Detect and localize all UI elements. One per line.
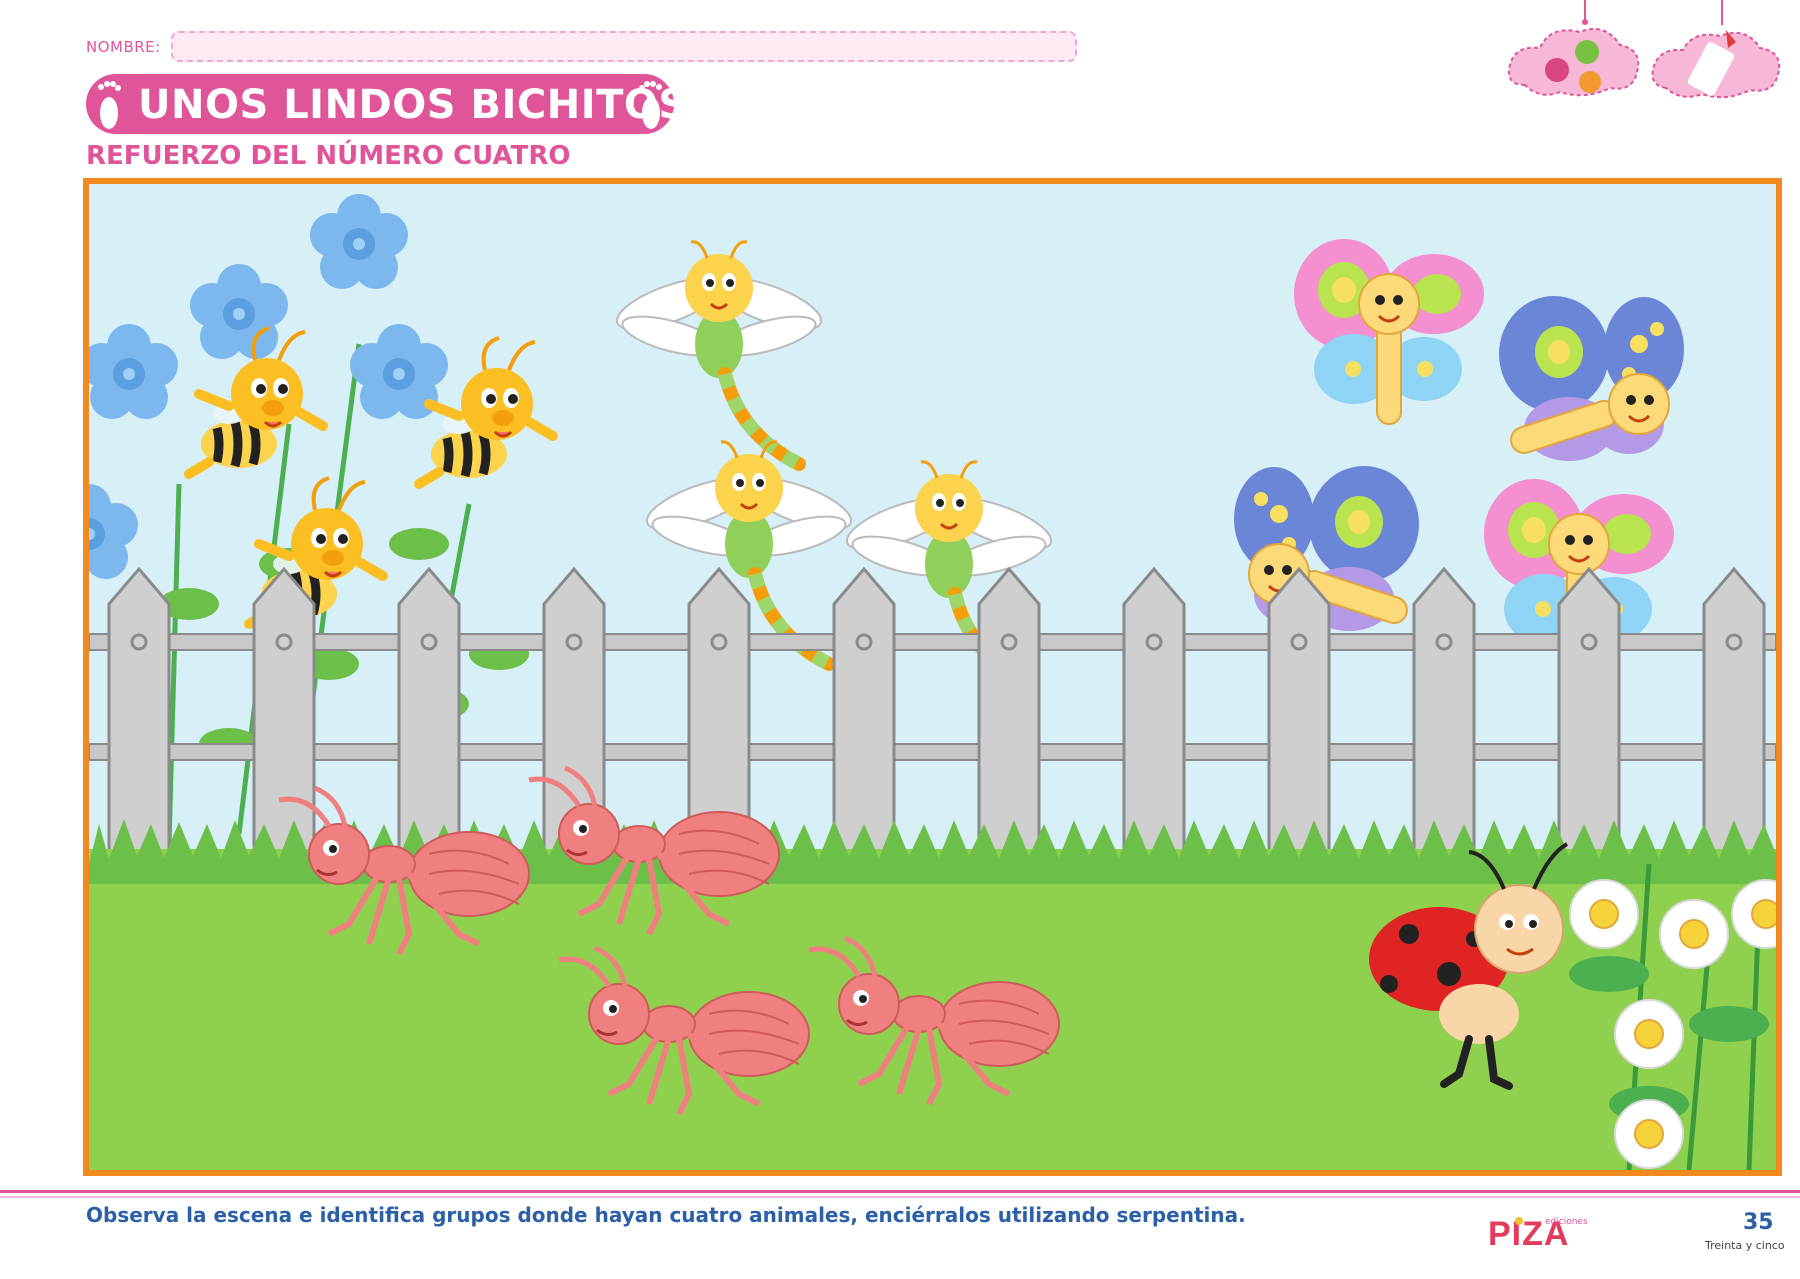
name-label: NOMBRE: xyxy=(86,38,161,56)
name-field[interactable] xyxy=(171,31,1077,62)
page-number-words: Treinta y cinco xyxy=(1705,1239,1785,1252)
left-footprint-icon xyxy=(98,81,121,129)
bugs-scene xyxy=(83,178,1782,1176)
publisher-logo-sub: ediciones xyxy=(1545,1217,1588,1227)
page-title: UNOS LINDOS BICHITOS xyxy=(138,82,688,128)
flower-icon xyxy=(1569,879,1639,949)
glue-cloud-icon xyxy=(1651,0,1781,99)
instruction-text: Observa la escena e identifica grupos do… xyxy=(86,1203,1246,1227)
paint-cloud-icon xyxy=(1508,0,1640,97)
page-number: 35 xyxy=(1743,1210,1774,1235)
page-subtitle: REFUERZO DEL NÚMERO CUATRO xyxy=(86,141,571,171)
footer-divider xyxy=(0,1190,1800,1193)
right-footprint-icon xyxy=(639,81,662,129)
footer-divider-thin xyxy=(0,1196,1800,1198)
